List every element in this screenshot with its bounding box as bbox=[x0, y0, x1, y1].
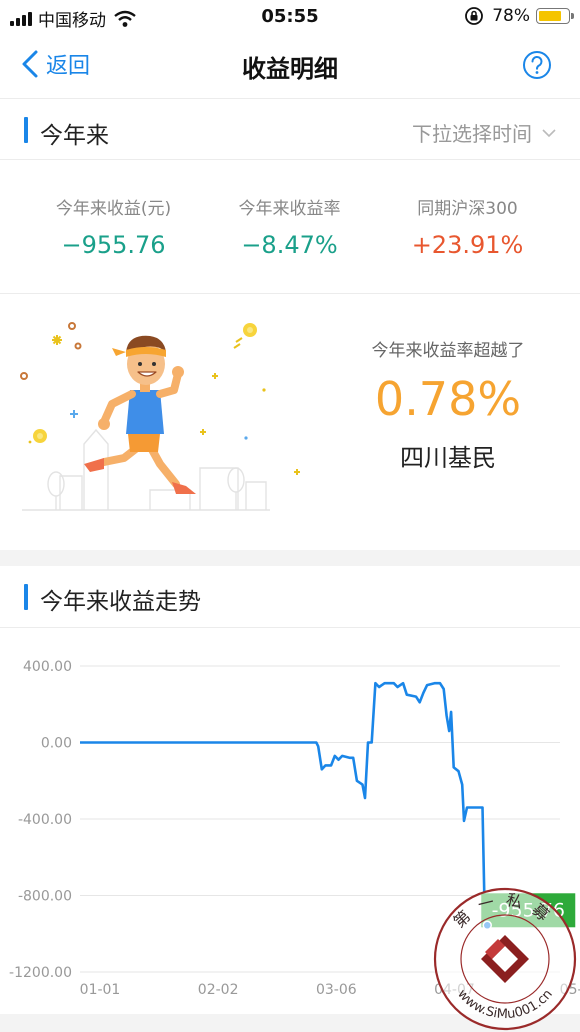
stat-value: −8.47% bbox=[241, 231, 338, 259]
time-picker-dropdown[interactable]: 下拉选择时间 bbox=[412, 118, 556, 147]
y-tick-label: 0.00 bbox=[41, 736, 72, 752]
battery-percent: 78% bbox=[492, 6, 530, 26]
y-tick-label: -400.00 bbox=[18, 812, 72, 828]
stat-value: −955.76 bbox=[61, 231, 166, 259]
trend-section-title: 今年来收益走势 bbox=[40, 589, 201, 615]
stat-ytd-income: 今年来收益(元) −955.76 bbox=[17, 194, 210, 259]
x-tick-label: 02-02 bbox=[198, 982, 239, 998]
section-accent-bar bbox=[24, 117, 28, 143]
trend-section-header: 今年来收益走势 bbox=[0, 566, 580, 628]
stat-csi300-return: 同期沪深300 +23.91% bbox=[371, 194, 564, 259]
watermark-seal: 第一私募 www.SiMu001.cn bbox=[433, 887, 577, 1031]
battery-icon bbox=[536, 8, 574, 24]
beat-rate-card: 今年来收益率超越了 0.78% 四川基民 bbox=[0, 294, 580, 550]
period-section-header: 今年来 下拉选择时间 bbox=[0, 98, 580, 160]
status-bar: 中国移动 05:55 78% bbox=[0, 0, 580, 34]
stat-label: 同期沪深300 bbox=[417, 199, 518, 219]
beat-rate-percent: 0.78% bbox=[374, 372, 522, 426]
stat-label: 今年来收益率 bbox=[238, 199, 341, 219]
chevron-down-icon bbox=[542, 128, 556, 137]
battery-fill bbox=[539, 11, 561, 21]
y-tick-label: -800.00 bbox=[18, 889, 72, 905]
status-right: 78% bbox=[464, 6, 574, 26]
rotation-lock-icon bbox=[465, 7, 484, 25]
stat-label: 今年来收益(元) bbox=[55, 199, 172, 219]
series-line bbox=[80, 681, 489, 926]
question-circle-icon[interactable] bbox=[522, 50, 552, 80]
x-tick-label: 01-01 bbox=[80, 982, 121, 998]
beat-rate-group-name: 四川基民 bbox=[400, 444, 496, 472]
stats-panel: 今年来收益(元) −955.76 今年来收益率 −8.47% 同期沪深300 +… bbox=[0, 160, 580, 294]
stat-value: +23.91% bbox=[411, 231, 524, 259]
nav-bar: 返回 收益明细 bbox=[0, 34, 580, 98]
beat-rate-label: 今年来收益率超越了 bbox=[371, 341, 525, 361]
runner-illustration bbox=[20, 322, 300, 511]
page-title: 收益明细 bbox=[242, 55, 338, 83]
stat-ytd-return-rate: 今年来收益率 −8.47% bbox=[193, 194, 386, 259]
section-accent-bar bbox=[24, 584, 28, 610]
y-tick-label: -1200.00 bbox=[9, 965, 72, 981]
time-picker-label: 下拉选择时间 bbox=[412, 122, 532, 146]
y-tick-label: 400.00 bbox=[23, 659, 72, 675]
period-section-title: 今年来 bbox=[40, 123, 109, 149]
x-tick-label: 03-06 bbox=[316, 982, 357, 998]
